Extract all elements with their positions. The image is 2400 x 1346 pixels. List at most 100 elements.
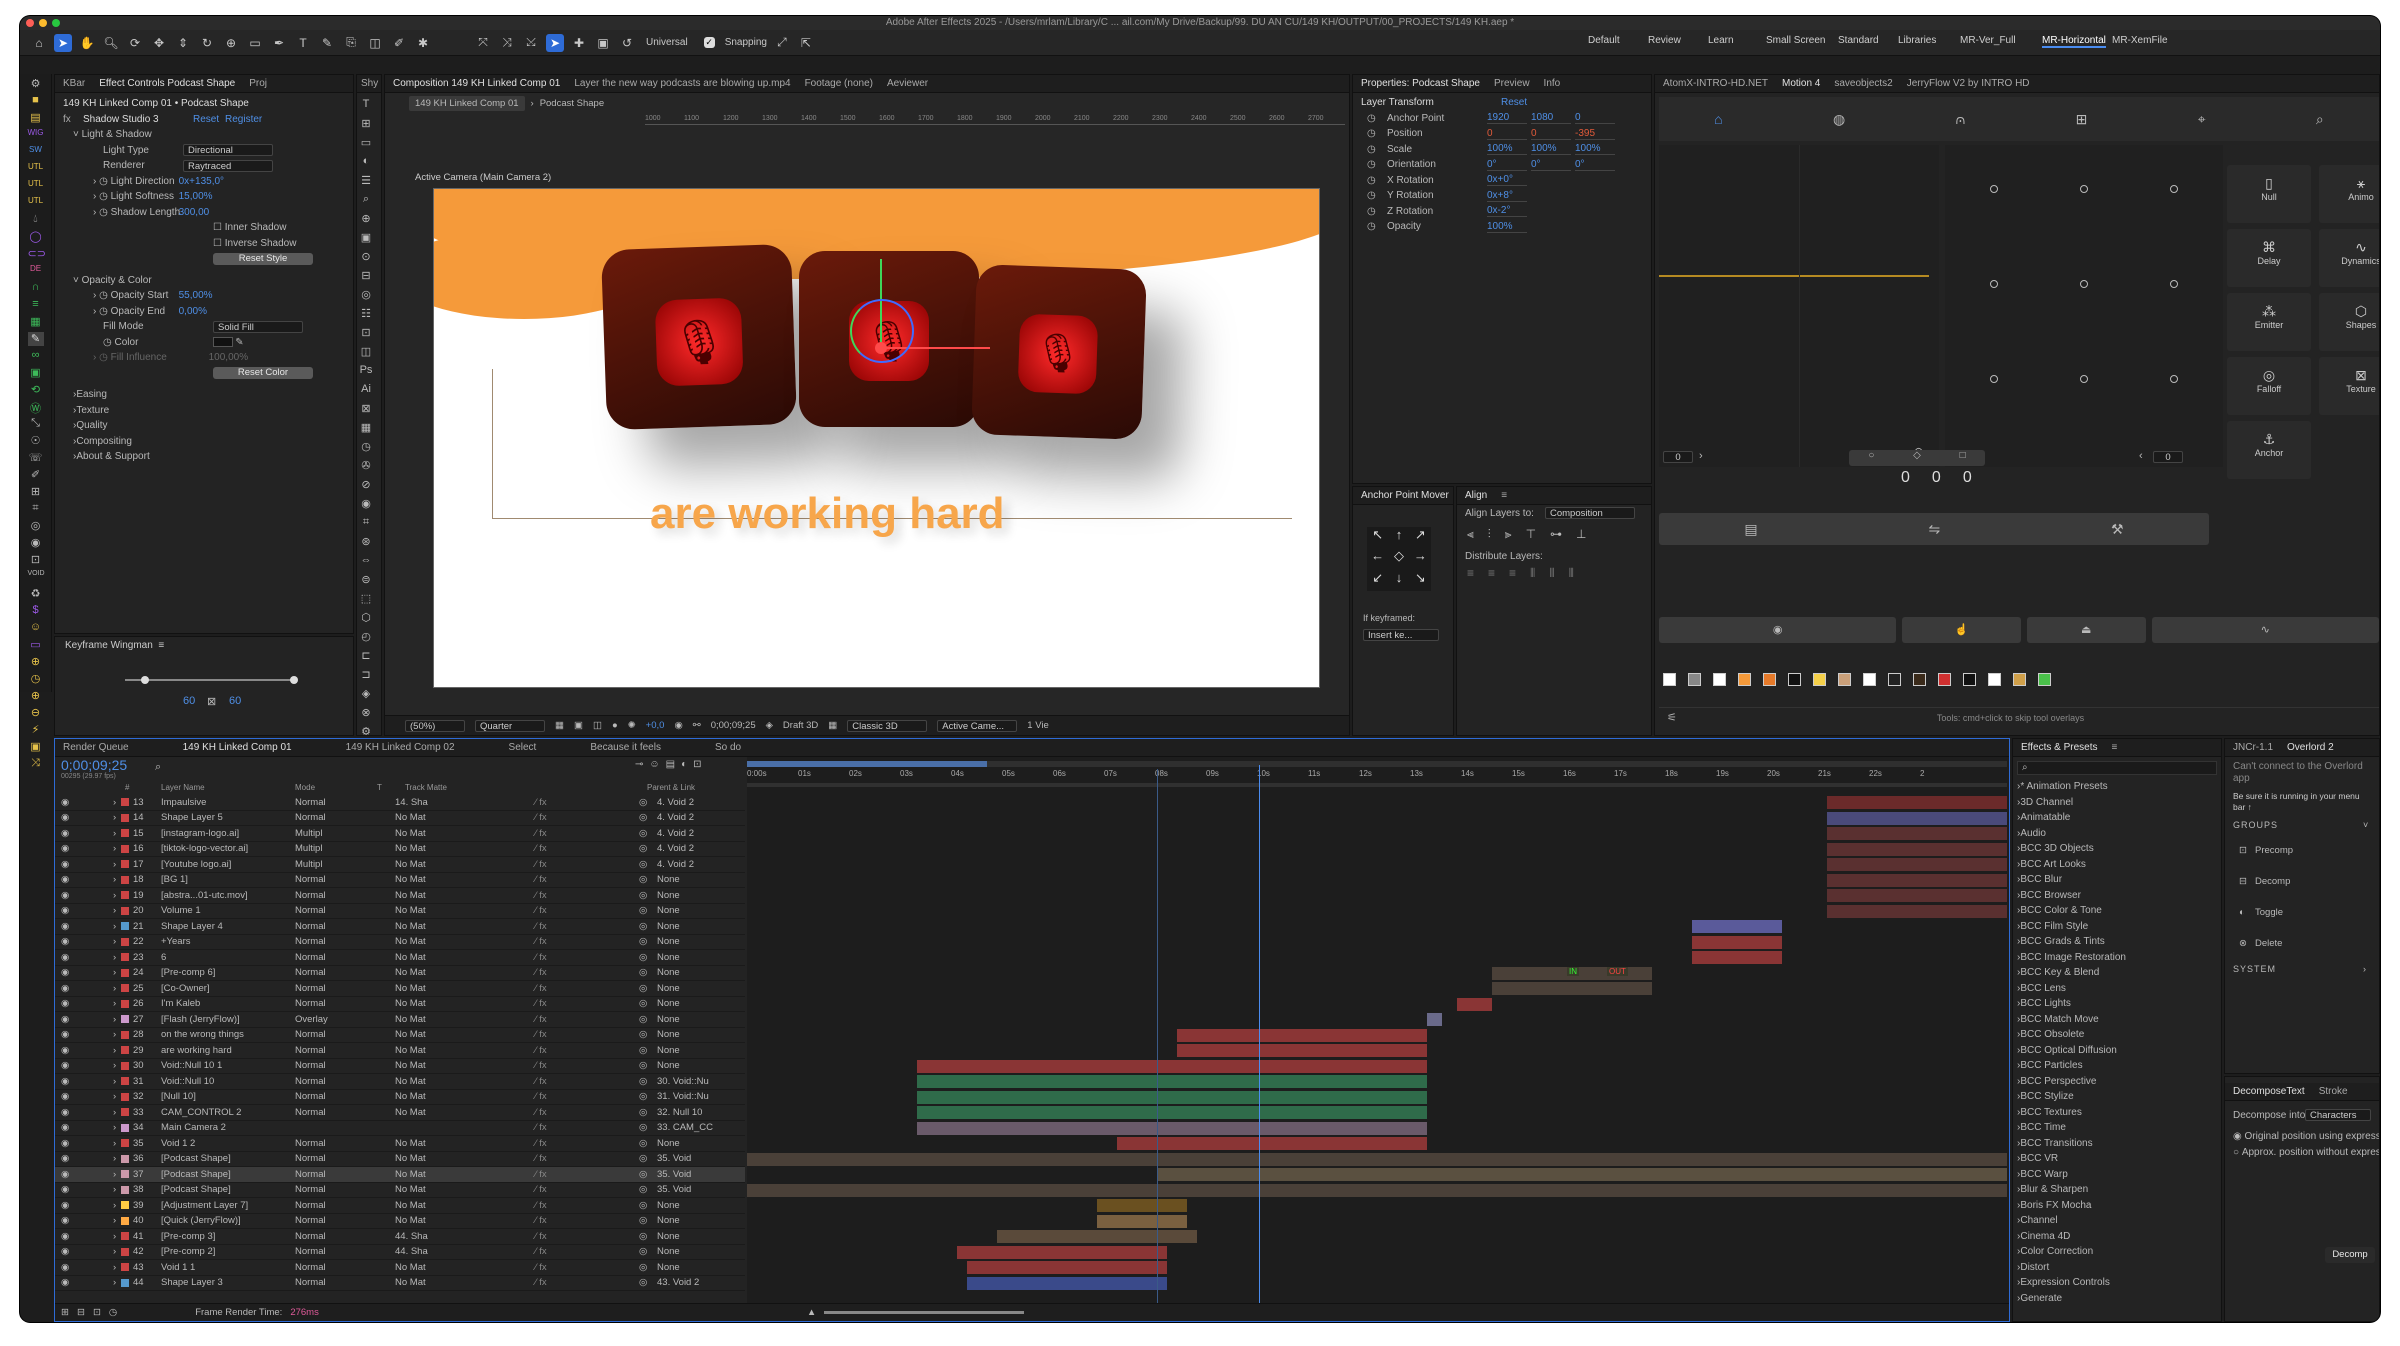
magnify-minus-icon[interactable]: ⊖: [28, 706, 44, 720]
switches-icon[interactable]: ⁄ fx: [535, 812, 547, 823]
label-color[interactable]: [121, 937, 129, 946]
layer-name[interactable]: Void 1 1: [161, 1262, 281, 1273]
eye-icon[interactable]: ◉: [61, 1200, 69, 1211]
color-swatch[interactable]: [212, 337, 233, 348]
pick-whip-icon[interactable]: ◎: [639, 843, 647, 854]
eye-icon[interactable]: ◉: [61, 1014, 69, 1025]
layer-duration-bar[interactable]: [1827, 827, 2007, 840]
switches-icon[interactable]: ⁄ fx: [535, 1153, 547, 1164]
wingman-link-icon[interactable]: ⊠: [207, 695, 216, 708]
anchor-top-right-icon[interactable]: ↗: [1410, 527, 1431, 548]
layer-duration-bar[interactable]: [1692, 935, 1782, 949]
preset-stamp[interactable]: ⏏: [2026, 617, 2146, 643]
timeline-layer-row[interactable]: ◉ › 43 Void 1 1 Normal No Mat ⁄ fx ◎ None: [55, 1260, 745, 1276]
region-icon[interactable]: ▣: [574, 720, 583, 731]
eye-icon[interactable]: ◉: [61, 874, 69, 885]
effect-category[interactable]: › BCC Match Move: [2017, 1012, 2221, 1028]
align-bottom-icon[interactable]: ⊥: [1576, 527, 1586, 542]
distribute-top-icon[interactable]: ≡: [1467, 566, 1474, 581]
layer-track-matte[interactable]: No Mat: [395, 983, 439, 994]
label-color[interactable]: [121, 1030, 129, 1039]
motion-target-icon[interactable]: ⌖: [2198, 111, 2206, 128]
layer-mode[interactable]: Normal: [295, 1277, 343, 1288]
wingman-curve[interactable]: [125, 679, 295, 681]
pick-whip-icon[interactable]: ◎: [639, 1262, 647, 1273]
layer-parent[interactable]: 4. Void 2: [657, 859, 727, 870]
anchor-dot[interactable]: [2170, 375, 2178, 383]
motion-grid-icon[interactable]: ⊞: [2076, 111, 2088, 128]
expand-layer-icon[interactable]: ›: [113, 1153, 116, 1164]
effect-category[interactable]: › Cinema 4D: [2017, 1229, 2221, 1245]
layer-mode[interactable]: Normal: [295, 1029, 343, 1040]
layer-parent[interactable]: None: [657, 967, 727, 978]
label-color[interactable]: [121, 922, 129, 930]
effect-category[interactable]: › BCC Grads & Tints: [2017, 934, 2221, 950]
stopwatch-icon[interactable]: ◷: [1367, 113, 1387, 124]
section-opacity-color[interactable]: ˅ Opacity & Color: [63, 273, 345, 289]
layer-parent[interactable]: None: [657, 921, 727, 932]
timeline-layer-row[interactable]: ◉ › 14 Shape Layer 5 Normal No Mat ⁄ fx ◎ 4. Voi…: [55, 811, 745, 826]
effect-category[interactable]: › BCC Time: [2017, 1120, 2221, 1136]
layer-duration-bar[interactable]: [1827, 842, 2007, 856]
phone-icon[interactable]: ☏: [28, 451, 44, 465]
layer-mode[interactable]: Normal: [295, 812, 343, 823]
layer-duration-bar[interactable]: [1827, 873, 2007, 887]
eye-icon[interactable]: ◉: [61, 1076, 69, 1087]
layer-track-matte[interactable]: No Mat: [395, 1138, 439, 1149]
layer-mode[interactable]: Normal: [295, 1231, 343, 1242]
overlord-action-delete[interactable]: ⊗ Delete: [2225, 928, 2379, 959]
pick-whip-icon[interactable]: ◎: [639, 1277, 647, 1288]
expand-layer-icon[interactable]: ›: [113, 1262, 116, 1273]
transform-value[interactable]: 0x-2°: [1487, 205, 1527, 218]
expand-layer-icon[interactable]: ›: [113, 983, 116, 994]
transform-value[interactable]: 100%: [1575, 143, 1615, 156]
wig-script-icon[interactable]: WIG: [28, 128, 44, 142]
channel-icon[interactable]: ●: [612, 720, 618, 731]
label-color[interactable]: [121, 891, 129, 899]
script-tool-30-icon[interactable]: ⊏: [359, 649, 373, 663]
layer-parent[interactable]: 35. Void: [657, 1153, 727, 1164]
color-swatch[interactable]: [2013, 673, 2026, 686]
timeline-layer-row[interactable]: ◉ › 25 [Co-Owner] Normal No Mat ⁄ fx ◎ None: [55, 981, 745, 997]
recycle-icon[interactable]: ♻: [28, 587, 44, 601]
shadow-length-value[interactable]: 300,00: [179, 207, 210, 218]
expand-layer-icon[interactable]: ›: [113, 952, 116, 963]
layer-duration-bar[interactable]: [1097, 1214, 1187, 1228]
anchor-mover-title[interactable]: Anchor Point Mover: [1361, 490, 1449, 501]
timeline-layer-row[interactable]: ◉ › 33 CAM_CONTROL 2 Normal No Mat ⁄ fx ◎ 32. Nu…: [55, 1105, 745, 1121]
eye-icon[interactable]: ◉: [61, 828, 69, 839]
diamond-shape-icon[interactable]: ◇: [1913, 450, 1921, 466]
effect-category[interactable]: › BCC Art Looks: [2017, 857, 2221, 873]
color-swatch[interactable]: [2038, 673, 2051, 686]
crop-icon[interactable]: ⊡: [28, 553, 44, 567]
wingman-handle-left[interactable]: [141, 676, 149, 684]
layer-name[interactable]: I'm Kaleb: [161, 998, 281, 1009]
layer-name[interactable]: 6: [161, 952, 281, 963]
anchor-dot[interactable]: [2080, 280, 2088, 288]
layer-track-matte[interactable]: No Mat: [395, 967, 439, 978]
anchor-dot[interactable]: [1990, 185, 1998, 193]
layer-duration-bar[interactable]: [1177, 1044, 1427, 1057]
workspace-mr-horizontal[interactable]: MR-Horizontal: [2042, 35, 2106, 48]
tab-preview[interactable]: Preview: [1494, 78, 1530, 89]
anchor-center-icon[interactable]: ◇: [1388, 548, 1409, 569]
transform-value[interactable]: 100%: [1487, 143, 1527, 156]
expand-layer-icon[interactable]: ›: [113, 921, 116, 932]
layer-name[interactable]: [Podcast Shape]: [161, 1153, 281, 1164]
layer-duration-bar[interactable]: [1177, 1028, 1427, 1042]
caption-text[interactable]: are working hard: [650, 489, 1005, 539]
eye-icon[interactable]: ◉: [61, 890, 69, 901]
tab-effect-controls[interactable]: Effect Controls Podcast Shape: [99, 78, 235, 89]
script-tool-20-icon[interactable]: ✇: [359, 459, 373, 473]
script-tool-15-icon[interactable]: Ps: [359, 364, 373, 378]
expand-layer-icon[interactable]: ›: [113, 998, 116, 1009]
brush-icon[interactable]: ✎: [27, 332, 44, 346]
color-swatch[interactable]: [1938, 673, 1951, 686]
expand-layer-icon[interactable]: ›: [113, 1231, 116, 1242]
layer-track-matte[interactable]: No Mat: [395, 1262, 439, 1273]
layer-duration-bar[interactable]: [747, 1152, 2007, 1166]
layer-track-matte[interactable]: No Mat: [395, 998, 439, 1009]
timeline-layer-row[interactable]: ◉ › 37 [Podcast Shape] Normal No Mat ⁄ fx ◎ 35. …: [55, 1167, 745, 1183]
tab-jncr[interactable]: JNCr-1.1: [2233, 742, 2273, 753]
motion-button-null[interactable]: ▯ Null: [2227, 165, 2311, 223]
